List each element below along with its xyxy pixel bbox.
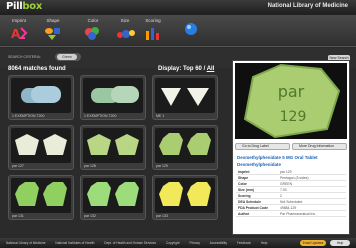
pill-caption: par 127	[12, 164, 24, 168]
footer-link[interactable]: Copyright	[166, 241, 180, 245]
pill-card[interactable]: par 127	[8, 125, 74, 170]
criteria-color[interactable]: Color	[80, 18, 106, 44]
email-updates-button[interactable]: Email Updates	[300, 240, 326, 246]
criteria-label: Size	[120, 18, 130, 23]
help-button[interactable]: Help	[330, 240, 350, 246]
footer-links: National Library of Medicine National In…	[6, 241, 276, 245]
footer: National Library of Medicine National In…	[0, 238, 356, 248]
criteria-label: Scoring	[145, 18, 161, 23]
pill-caption: par 133	[156, 214, 168, 218]
criteria-label: Color	[87, 18, 99, 23]
pill-caption: par 129	[156, 164, 168, 168]
footer-link[interactable]: National Institutes of Health	[55, 241, 94, 245]
detail-buttons: Go to Drug Label More Drug Information	[235, 143, 347, 151]
logo-suffix: box	[22, 1, 43, 12]
display-control: Display: Top 60 / All	[158, 66, 215, 72]
pill-card[interactable]: par 131	[8, 175, 74, 220]
criteria-pill-value: Green	[57, 54, 77, 60]
results-count: 8064 matches found	[8, 66, 66, 72]
pill-image	[83, 78, 143, 113]
drug-subtitle[interactable]: Dexmethylphenidate	[237, 162, 281, 167]
globe-icon	[185, 23, 197, 35]
pill-image	[83, 178, 143, 213]
footer-link[interactable]: Help	[261, 241, 268, 245]
drug-attributes-table: Imprint par 129 Shape Pentagon (5 sides) C…	[236, 169, 346, 217]
pill-caption: 1 EXEMPTION T200	[12, 114, 45, 118]
pill-caption: ME 1	[156, 114, 165, 118]
pill-caption: par 132	[84, 214, 96, 218]
search-criteria-label: SEARCH CRITERIA:	[8, 55, 41, 59]
pill-detail-image: par 129	[235, 63, 347, 139]
pill-card[interactable]: ME 1	[152, 75, 218, 120]
pill-detail-panel: par 129 Go to Drug Label More Drug Infor…	[232, 60, 350, 235]
footer-link[interactable]: Feedback	[237, 241, 251, 245]
scoring-icon	[146, 28, 159, 40]
pill-caption: par 128	[84, 164, 96, 168]
header: Pillbox National Library of Medicine	[0, 0, 356, 15]
pill-caption: par 131	[12, 214, 24, 218]
pill-imprint-top: par	[278, 82, 305, 101]
pill-card[interactable]: par 133	[152, 175, 218, 220]
footer-link[interactable]: Accessibility	[210, 241, 227, 245]
logo-prefix: Pill	[6, 1, 23, 12]
pill-image	[11, 128, 71, 163]
pill-caption: 1 EXEMPTION T200	[84, 114, 117, 118]
color-icon	[85, 27, 99, 40]
criteria-extra[interactable]	[178, 18, 204, 44]
attr-row: Author Par Pharmaceutical Inc.	[236, 211, 346, 217]
drug-title[interactable]: Dexmethylphenidate 5 MG Oral Tablet	[237, 155, 345, 160]
criteria-label: Shape	[46, 18, 60, 23]
pill-image	[11, 178, 71, 213]
criteria-size[interactable]: Size	[112, 18, 138, 44]
display-all[interactable]: All	[207, 66, 215, 72]
pill-image	[155, 78, 215, 113]
display-top[interactable]: Display: Top 60	[158, 66, 202, 72]
pill-image	[155, 178, 215, 213]
criteria-bar: Imprint A Shape Color Size Scoring	[0, 15, 356, 47]
shape-icon	[45, 28, 60, 40]
criteria-imprint[interactable]: Imprint A	[6, 18, 32, 44]
pill-card[interactable]: par 129	[152, 125, 218, 170]
pill-image	[155, 128, 215, 163]
pill-card[interactable]: par 128	[80, 125, 146, 170]
drug-label-button[interactable]: Go to Drug Label	[235, 143, 290, 150]
criteria-label: Imprint	[12, 18, 26, 23]
more-info-button[interactable]: More Drug Information	[292, 143, 347, 150]
nlm-link[interactable]: National Library of Medicine	[268, 3, 348, 9]
criteria-pill[interactable]: Green	[55, 53, 81, 61]
pill-imprint-bottom: 129	[280, 109, 307, 125]
pillbox-app: Pillbox National Library of Medicine Imp…	[0, 0, 356, 248]
size-icon	[117, 30, 135, 38]
pill-image	[83, 128, 143, 163]
footer-link[interactable]: National Library of Medicine	[6, 241, 46, 245]
footer-link[interactable]: Dept. of Health and Human Services	[104, 241, 156, 245]
criteria-scoring[interactable]: Scoring	[140, 18, 166, 44]
imprint-icon: A	[11, 27, 28, 41]
pill-card[interactable]: par 132	[80, 175, 146, 220]
pill-card[interactable]: 1 EXEMPTION T200	[80, 75, 146, 120]
pillbox-logo[interactable]: Pillbox	[6, 1, 42, 12]
pill-image	[11, 78, 71, 113]
footer-link[interactable]: Privacy	[189, 241, 199, 245]
criteria-shape[interactable]: Shape	[40, 18, 66, 44]
pill-card[interactable]: 1 EXEMPTION T200	[8, 75, 74, 120]
